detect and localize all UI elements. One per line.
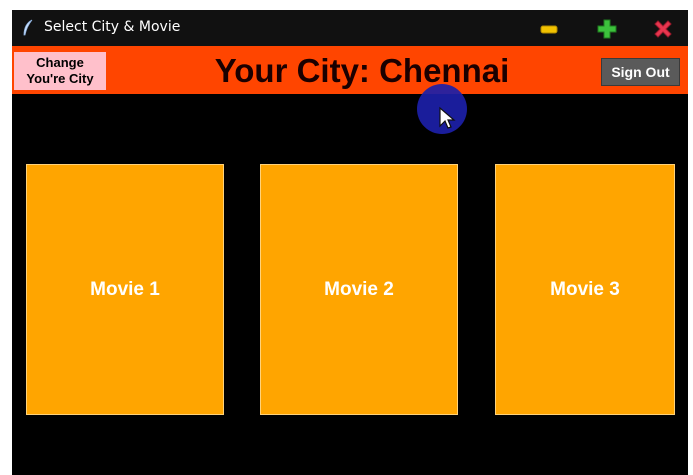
- city-title: Your City: Chennai: [214, 52, 510, 89]
- plus-icon: [597, 19, 617, 39]
- sign-out-button[interactable]: Sign Out: [601, 58, 680, 86]
- feather-icon: [22, 19, 34, 37]
- close-button[interactable]: [652, 18, 674, 40]
- minimize-icon: [540, 25, 558, 34]
- app-window: Select City & Movie Change You're City Y…: [12, 10, 688, 475]
- movie-tile-1[interactable]: Movie 1: [26, 164, 224, 415]
- movie-tile-2[interactable]: Movie 2: [260, 164, 458, 415]
- minimize-button[interactable]: [538, 18, 560, 40]
- movie-label: Movie 3: [550, 278, 620, 300]
- movie-label: Movie 1: [90, 278, 160, 300]
- mouse-pointer-icon: [439, 106, 456, 129]
- close-icon: [654, 20, 672, 38]
- maximize-button[interactable]: [596, 18, 618, 40]
- title-bar[interactable]: Select City & Movie: [12, 10, 688, 46]
- movie-label: Movie 2: [324, 278, 394, 300]
- window-title: Select City & Movie: [44, 19, 181, 35]
- header-bar: Change You're City Your City: Chennai Si…: [12, 46, 688, 94]
- change-city-button[interactable]: Change You're City: [14, 52, 106, 90]
- movie-tile-3[interactable]: Movie 3: [495, 164, 675, 415]
